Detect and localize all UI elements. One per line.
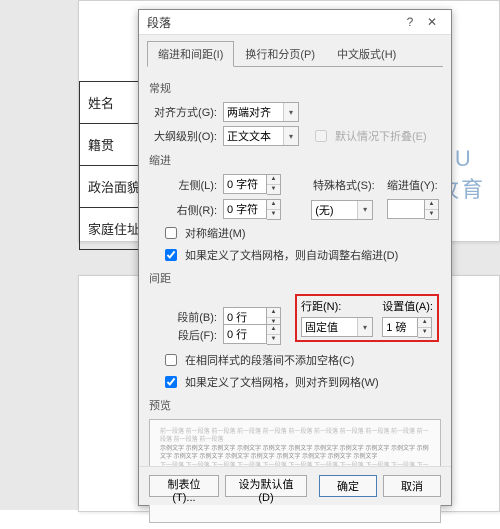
spin-down-icon: ▼ xyxy=(267,185,280,194)
spin-up-icon: ▲ xyxy=(267,175,280,185)
paragraph-dialog: 段落 ? ✕ 缩进和间距(I) 换行和分页(P) 中文版式(H) 常规 对齐方式… xyxy=(138,9,452,506)
at-label: 设置值(A): xyxy=(382,298,433,314)
set-default-button[interactable]: 设为默认值(D) xyxy=(225,475,307,497)
dialog-title: 段落 xyxy=(147,14,399,31)
line-spacing-label: 行距(N): xyxy=(301,298,376,314)
alignment-label: 对齐方式(G): xyxy=(151,104,217,120)
section-general: 常规 xyxy=(149,80,439,96)
tab-strip: 缩进和间距(I) 换行和分页(P) 中文版式(H) xyxy=(139,35,451,67)
mirror-indent-checkbox[interactable] xyxy=(165,227,177,239)
tab-line-page-breaks[interactable]: 换行和分页(P) xyxy=(234,41,326,67)
alignment-select[interactable]: 两端对齐▾ xyxy=(223,102,299,122)
close-icon[interactable]: ✕ xyxy=(421,15,443,29)
left-indent-label: 左侧(L): xyxy=(151,177,217,193)
space-after-input[interactable]: ▲▼ xyxy=(223,324,281,345)
special-select[interactable]: (无)▾ xyxy=(311,200,373,220)
section-spacing: 间距 xyxy=(149,270,439,286)
line-spacing-highlight: 行距(N): 固定值▾ 设置值(A): ▲▼ xyxy=(295,294,439,342)
auto-adjust-checkbox[interactable] xyxy=(165,249,177,261)
section-indent: 缩进 xyxy=(149,152,439,168)
cancel-button[interactable]: 取消 xyxy=(383,475,441,497)
dialog-footer: 制表位(T)... 设为默认值(D) 确定 取消 xyxy=(139,466,451,505)
left-indent-input[interactable]: ▲▼ xyxy=(223,174,281,195)
collapsed-checkbox xyxy=(315,130,327,142)
no-space-same-style-checkbox[interactable] xyxy=(165,354,177,366)
indent-by-input[interactable]: ▲▼ xyxy=(387,199,439,220)
titlebar: 段落 ? ✕ xyxy=(139,10,451,35)
outline-select[interactable]: 正文文本▾ xyxy=(223,126,299,146)
line-spacing-select[interactable]: 固定值▾ xyxy=(301,317,373,337)
help-icon[interactable]: ? xyxy=(399,15,421,29)
chevron-down-icon: ▾ xyxy=(283,127,298,145)
right-indent-input[interactable]: ▲▼ xyxy=(223,199,281,220)
chevron-down-icon: ▾ xyxy=(283,103,298,121)
special-label: 特殊格式(S): xyxy=(313,177,381,193)
indent-by-label: 缩进值(Y): xyxy=(387,177,447,193)
ok-button[interactable]: 确定 xyxy=(319,475,377,497)
tab-indent-spacing[interactable]: 缩进和间距(I) xyxy=(147,41,234,67)
snap-to-grid-checkbox[interactable] xyxy=(165,376,177,388)
at-value-input[interactable]: ▲▼ xyxy=(382,317,432,338)
section-preview: 预览 xyxy=(149,397,439,413)
tab-asian-typography[interactable]: 中文版式(H) xyxy=(326,41,407,67)
outline-label: 大纲级别(O): xyxy=(151,128,217,144)
tabs-button[interactable]: 制表位(T)... xyxy=(149,475,219,497)
space-before-label: 段前(B): xyxy=(151,309,217,325)
right-indent-label: 右侧(R): xyxy=(151,202,217,218)
space-after-label: 段后(F): xyxy=(151,327,217,343)
